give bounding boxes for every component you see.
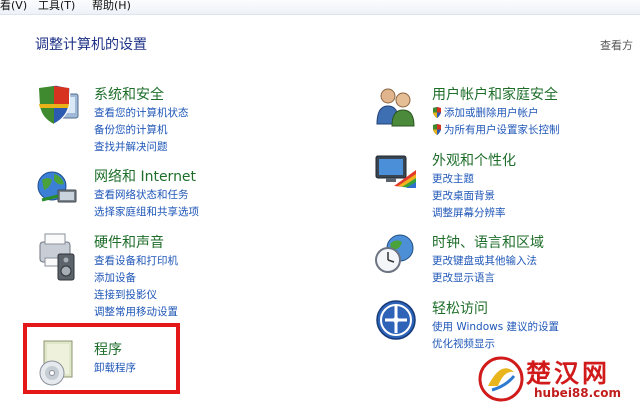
link-label: 添加或删除用户帐户 [444,107,539,119]
link-view-network-status[interactable]: 查看网络状态和任务 [94,186,199,203]
link-homegroup-sharing[interactable]: 选择家庭组和共享选项 [94,203,199,220]
clock-globe-icon[interactable] [374,232,418,276]
globe-network-icon[interactable] [36,166,80,210]
printer-speaker-icon[interactable] [36,232,80,281]
highlight-annotation-box [23,323,180,394]
link-change-background[interactable]: 更改桌面背景 [432,187,506,204]
link-change-theme[interactable]: 更改主题 [432,170,506,187]
category-title-user-accounts[interactable]: 用户帐户和家庭安全 [432,84,558,104]
link-windows-recommended-settings[interactable]: 使用 Windows 建议的设置 [432,318,559,335]
watermark: 楚汉网 hubei88.com [478,354,638,402]
menu-view[interactable]: 看(V) [0,0,27,12]
link-screen-resolution[interactable]: 调整屏幕分辨率 [432,204,506,221]
link-view-computer-status[interactable]: 查看您的计算机状态 [94,104,189,121]
view-by-label[interactable]: 查看方 [600,37,640,53]
ease-of-access-icon[interactable] [374,298,418,342]
category-title-appearance[interactable]: 外观和个性化 [432,150,516,170]
menu-help[interactable]: 帮助(H) [92,0,131,12]
watermark-logo-icon [478,356,524,402]
watermark-domain: hubei88.com [534,386,622,400]
uac-shield-icon [433,107,441,118]
link-optimize-video-display[interactable]: 优化视频显示 [432,335,559,352]
link-mobility-settings[interactable]: 调整常用移动设置 [94,303,178,320]
link-add-remove-accounts[interactable]: 添加或删除用户帐户 [432,104,560,121]
link-add-device[interactable]: 添加设备 [94,269,178,286]
category-title-system-security[interactable]: 系统和安全 [94,84,164,104]
category-title-hardware-sound[interactable]: 硬件和声音 [94,232,164,252]
menu-tools[interactable]: 工具(T) [38,0,75,12]
uac-shield-icon [433,124,441,135]
users-icon[interactable] [374,84,418,128]
link-change-display-language[interactable]: 更改显示语言 [432,269,537,286]
link-find-fix-problems[interactable]: 查找并解决问题 [94,138,189,155]
category-title-clock-language-region[interactable]: 时钟、语言和区域 [432,232,544,252]
menu-bar: 看(V) 工具(T) 帮助(H) [0,0,640,15]
link-change-keyboard[interactable]: 更改键盘或其他输入法 [432,252,537,269]
page-title: 调整计算机的设置 [35,37,147,53]
monitor-palette-icon[interactable] [374,150,418,194]
link-backup-computer[interactable]: 备份您的计算机 [94,121,189,138]
shield-computer-icon[interactable] [36,84,80,128]
link-devices-printers[interactable]: 查看设备和打印机 [94,252,178,269]
watermark-brand: 楚汉网 [526,359,611,388]
category-title-network-internet[interactable]: 网络和 Internet [94,166,196,186]
link-label: 为所有用户设置家长控制 [444,124,560,136]
category-title-ease-of-access[interactable]: 轻松访问 [432,298,488,318]
link-connect-projector[interactable]: 连接到投影仪 [94,286,178,303]
link-parental-controls[interactable]: 为所有用户设置家长控制 [432,121,560,138]
